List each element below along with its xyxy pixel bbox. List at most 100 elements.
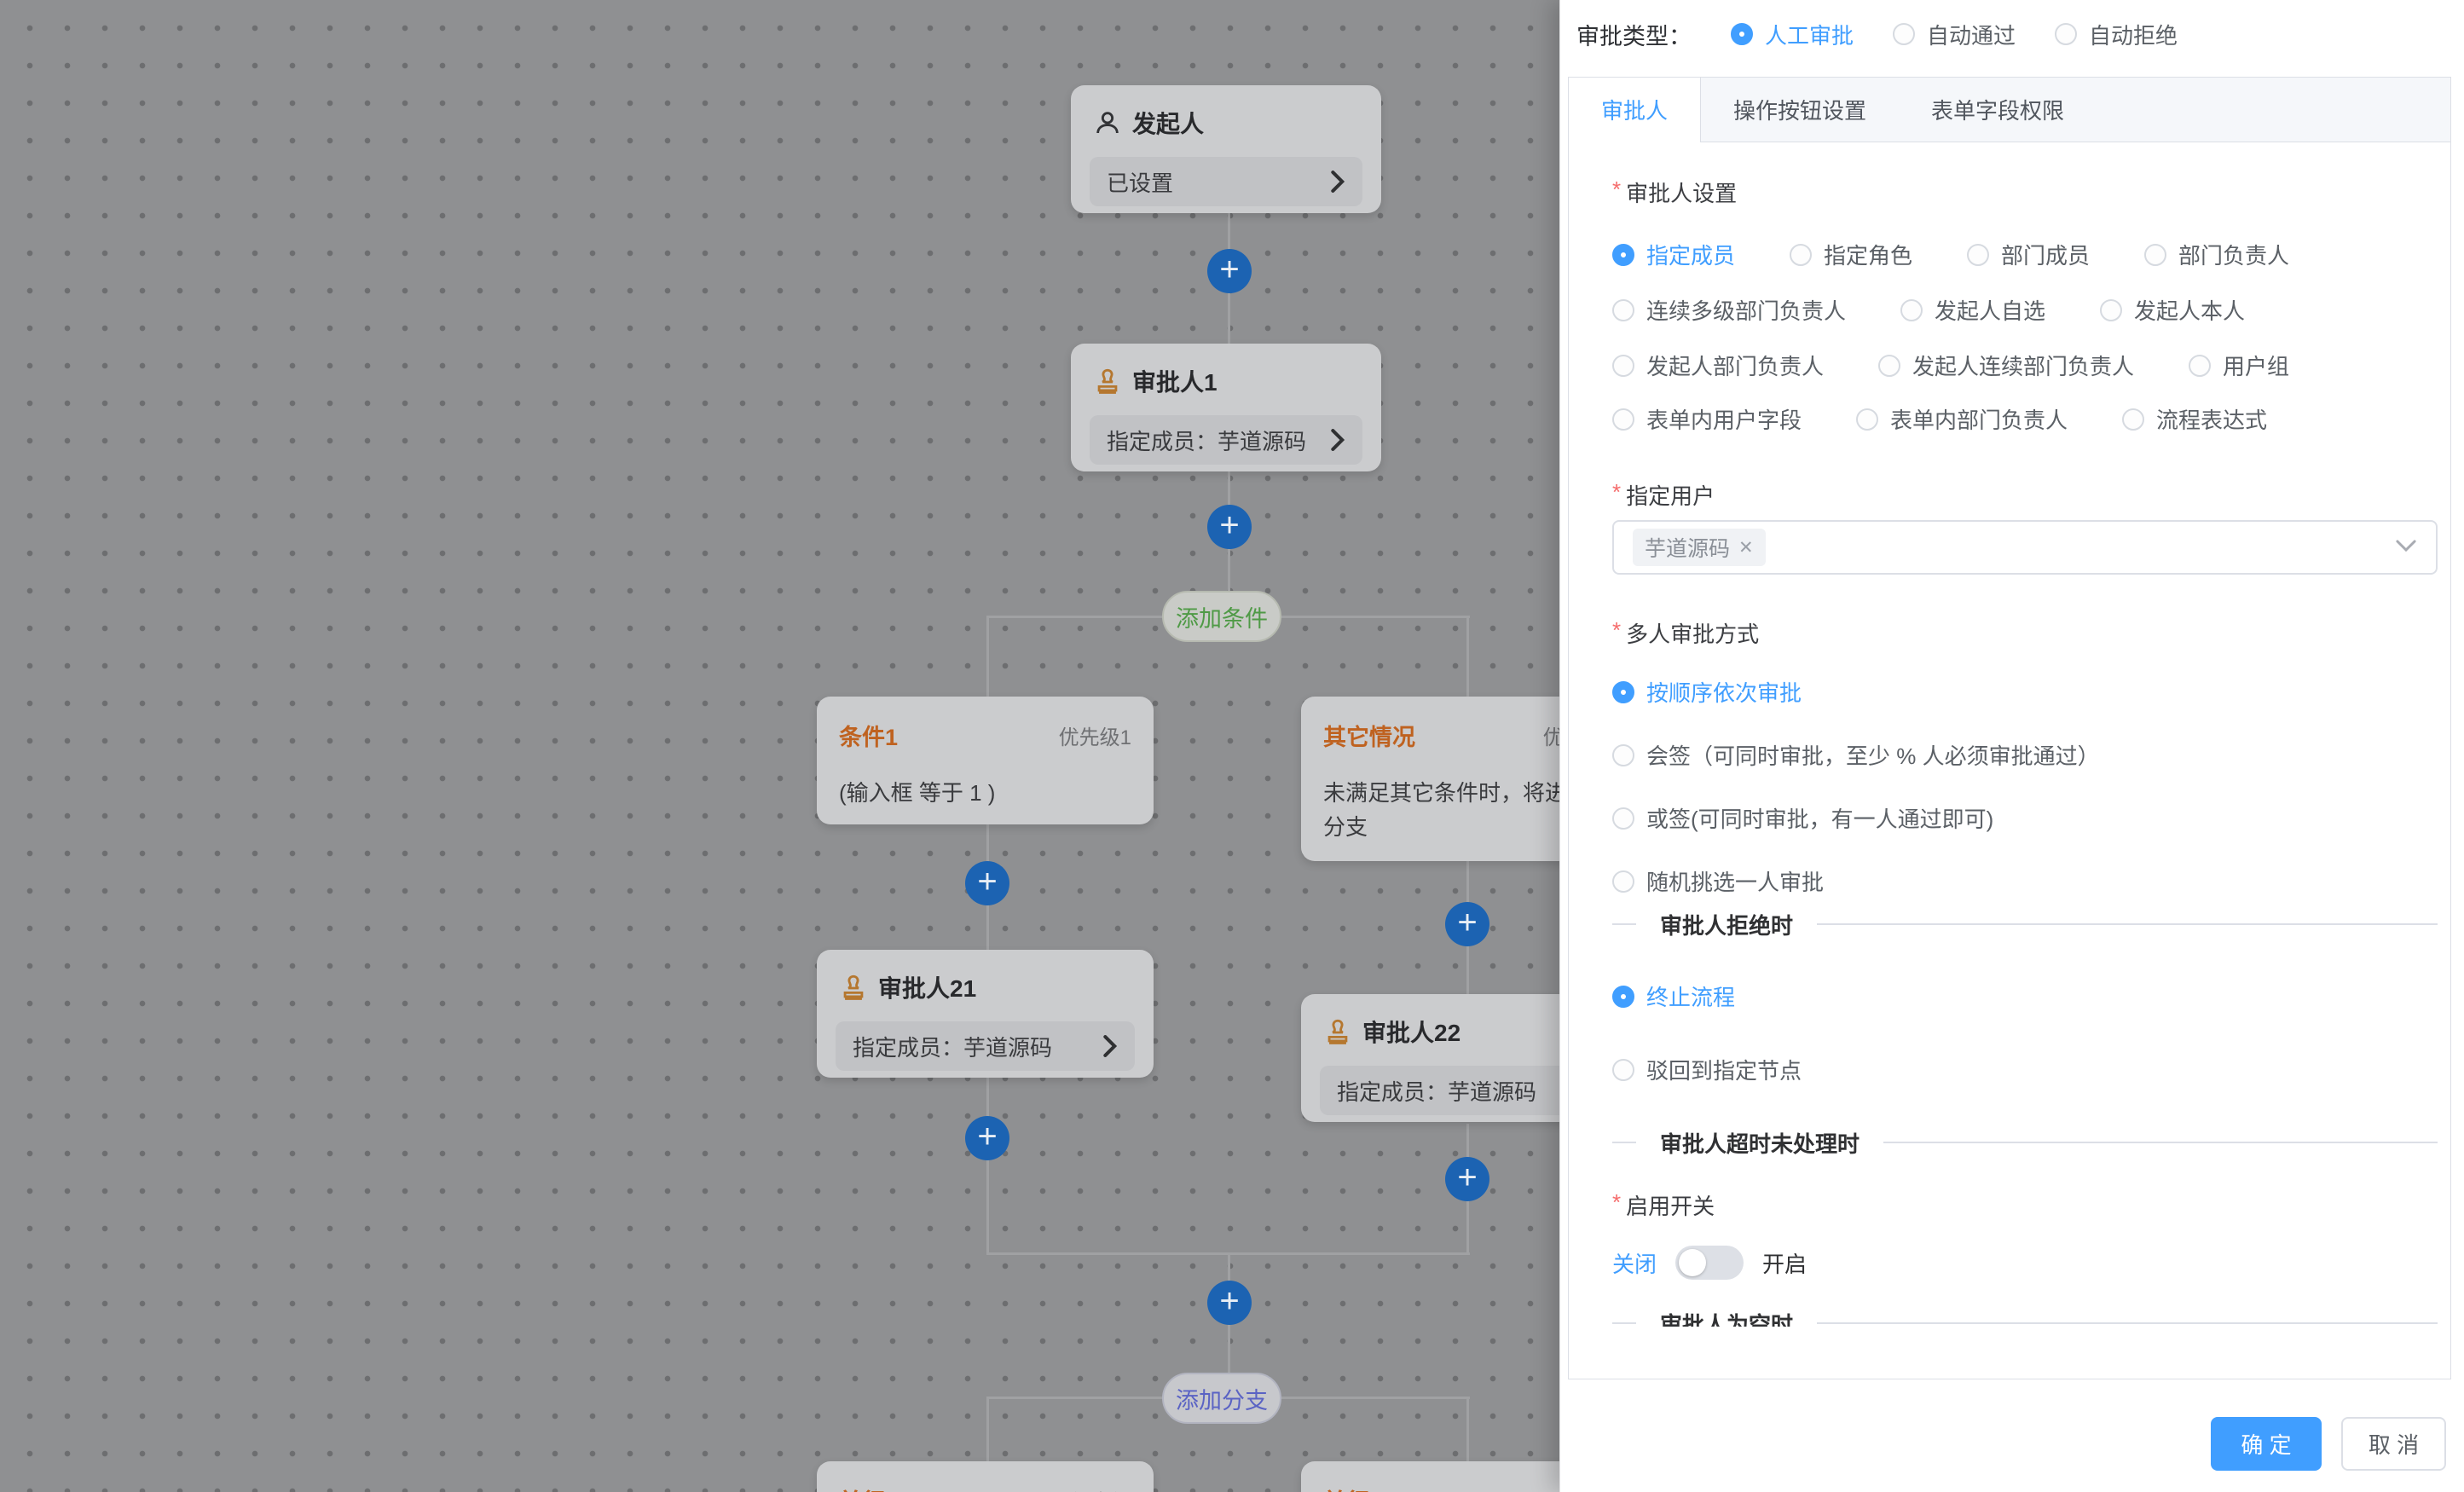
radio-dot (2055, 23, 2077, 45)
required-asterisk: * (1612, 1189, 1621, 1215)
assign-user-select[interactable]: 芋道源码 ✕ (1612, 520, 2438, 575)
radio-dot (1967, 244, 1989, 266)
node-summary[interactable]: 已设置 (1090, 157, 1362, 206)
radio-label: 发起人自选 (1935, 294, 2045, 326)
toggle-knob (1679, 1249, 1706, 1276)
node-approver21[interactable]: 审批人21 指定成员：芋道源码 (817, 950, 1154, 1078)
node-summary[interactable]: 指定成员：芋道源码 (836, 1021, 1135, 1071)
radio-starter-select[interactable]: 发起人自选 (1900, 294, 2045, 326)
add-node-button[interactable]: + (1445, 1157, 1489, 1201)
enable-toggle[interactable] (1675, 1246, 1744, 1280)
confirm-button[interactable]: 确 定 (2211, 1417, 2322, 1471)
plus-icon: + (1457, 905, 1477, 940)
add-node-button[interactable]: + (965, 1116, 1009, 1160)
radio-auto-pass[interactable]: 自动通过 (1893, 19, 2016, 50)
add-node-button[interactable]: + (1445, 902, 1489, 946)
tab-button-settings[interactable]: 操作按钮设置 (1701, 78, 1899, 142)
node-summary[interactable]: 指定成员：芋道源码 (1090, 415, 1362, 465)
radio-random-one[interactable]: 随机挑选一人审批 (1612, 865, 2100, 897)
radio-terminate-process[interactable]: 终止流程 (1612, 980, 1802, 1012)
radio-starter-dept-leader[interactable]: 发起人部门负责人 (1612, 350, 1824, 381)
connector-line (1466, 616, 1469, 697)
radio-multi-level-dept-leader[interactable]: 连续多级部门负责人 (1612, 294, 1846, 326)
radio-dept-member[interactable]: 部门成员 (1967, 239, 2090, 270)
plus-icon: + (1219, 252, 1239, 286)
approver-setting-row1: 指定成员 指定角色 部门成员 部门负责人 (1612, 239, 2289, 270)
node-summary-text: 指定成员：芋道源码 (1107, 425, 1306, 456)
radio-dot (1731, 23, 1753, 45)
chevron-right-icon (1101, 1034, 1118, 1058)
radio-dot (1612, 1059, 1634, 1081)
radio-dot (1612, 807, 1634, 830)
radio-dot (1893, 23, 1915, 45)
cancel-button[interactable]: 取 消 (2341, 1417, 2446, 1471)
radio-manual-approve[interactable]: 人工审批 (1731, 19, 1854, 50)
radio-label: 指定角色 (1824, 239, 1912, 270)
switch-off-label: 关闭 (1612, 1247, 1657, 1279)
add-node-button[interactable]: + (1207, 1281, 1252, 1325)
node-title: 其它情况 (1323, 719, 1415, 752)
node-header: 审批人1 (1071, 344, 1381, 408)
approver-settings-panel: 审批类型： 人工审批 自动通过 自动拒绝 审批人 操作按钮设置 表单字段权限 *… (1559, 0, 2464, 1492)
radio-sequential-approve[interactable]: 按顺序依次审批 (1612, 676, 2100, 708)
radio-user-group[interactable]: 用户组 (2189, 350, 2289, 381)
plus-icon: + (1219, 1284, 1239, 1318)
radio-form-dept-leader[interactable]: 表单内部门负责人 (1856, 403, 2068, 435)
radio-countersign[interactable]: 会签（可同时审批，至少 % 人必须审批通过） (1612, 739, 2100, 771)
add-branch-button[interactable]: 添加分支 (1162, 1373, 1281, 1424)
divider-title: 审批人拒绝时 (1636, 909, 1817, 940)
radio-orsign[interactable]: 或签(可同时审批，有一人通过即可) (1612, 802, 2100, 834)
condition-expression: (输入框 等于 1 ) (817, 752, 1154, 810)
radio-label: 部门负责人 (2178, 239, 2289, 270)
radio-dot (1612, 244, 1634, 266)
radio-dot (1856, 408, 1878, 431)
radio-auto-reject[interactable]: 自动拒绝 (2055, 19, 2178, 50)
radio-dot (1612, 299, 1634, 321)
node-summary-text: 已设置 (1107, 166, 1173, 198)
user-tag-text: 芋道源码 (1645, 532, 1730, 563)
approve-type-row: 审批类型： 人工审批 自动通过 自动拒绝 (1576, 10, 2178, 58)
radio-dot (1790, 244, 1812, 266)
enable-switch-label: *启用开关 (1612, 1189, 1715, 1221)
node-approver1[interactable]: 审批人1 指定成员：芋道源码 (1071, 344, 1381, 471)
divider-line (1817, 1322, 2438, 1324)
node-parallel1[interactable]: 并行1 无优先级 (817, 1461, 1154, 1492)
radio-starter-self[interactable]: 发起人本人 (2100, 294, 2245, 326)
node-title: 审批人1 (1132, 364, 1218, 398)
radio-dept-leader[interactable]: 部门负责人 (2144, 239, 2289, 270)
radio-assign-role[interactable]: 指定角色 (1790, 239, 1912, 270)
node-title: 并行1 (839, 1483, 898, 1492)
radio-starter-multi-dept-leader[interactable]: 发起人连续部门负责人 (1878, 350, 2134, 381)
node-start[interactable]: 发起人 已设置 (1071, 85, 1381, 213)
radio-label: 自动通过 (1927, 19, 2016, 50)
add-node-button[interactable]: + (1207, 505, 1252, 549)
divider-line (1612, 923, 1636, 925)
connector-line (986, 616, 989, 697)
radio-label: 人工审批 (1765, 19, 1854, 50)
priority-label: 优先级1 (1059, 720, 1131, 750)
radio-process-expression[interactable]: 流程表达式 (2122, 403, 2267, 435)
radio-label: 随机挑选一人审批 (1646, 865, 1824, 897)
radio-form-user-field[interactable]: 表单内用户字段 (1612, 403, 1802, 435)
required-asterisk: * (1612, 479, 1621, 505)
radio-label: 表单内用户字段 (1646, 403, 1802, 435)
add-node-button[interactable]: + (1207, 249, 1252, 293)
node-condition1[interactable]: 条件1 优先级1 (输入框 等于 1 ) (817, 697, 1154, 824)
add-condition-button[interactable]: 添加条件 (1162, 591, 1281, 642)
radio-return-to-node[interactable]: 驳回到指定节点 (1612, 1054, 1802, 1085)
node-title: 审批人22 (1362, 1015, 1460, 1049)
tab-approver[interactable]: 审批人 (1569, 78, 1701, 142)
tag-close-icon[interactable]: ✕ (1738, 537, 1754, 558)
required-asterisk: * (1612, 617, 1621, 643)
node-header: 审批人21 (817, 950, 1154, 1015)
radio-dot (2144, 244, 2166, 266)
connector-line (986, 1078, 989, 1255)
node-title: 发起人 (1132, 106, 1204, 140)
tab-form-field-permission[interactable]: 表单字段权限 (1899, 78, 2097, 142)
add-node-button[interactable]: + (965, 861, 1009, 905)
assign-user-label: *指定用户 (1612, 479, 1715, 511)
tab-content-scroll[interactable]: *审批人设置 指定成员 指定角色 部门成员 部门负责人 连续多级部门负责人 发起… (1569, 142, 2450, 1327)
priority-label: 无优先级 (1050, 1485, 1131, 1492)
radio-dot (2100, 299, 2122, 321)
radio-assign-member[interactable]: 指定成员 (1612, 239, 1735, 270)
